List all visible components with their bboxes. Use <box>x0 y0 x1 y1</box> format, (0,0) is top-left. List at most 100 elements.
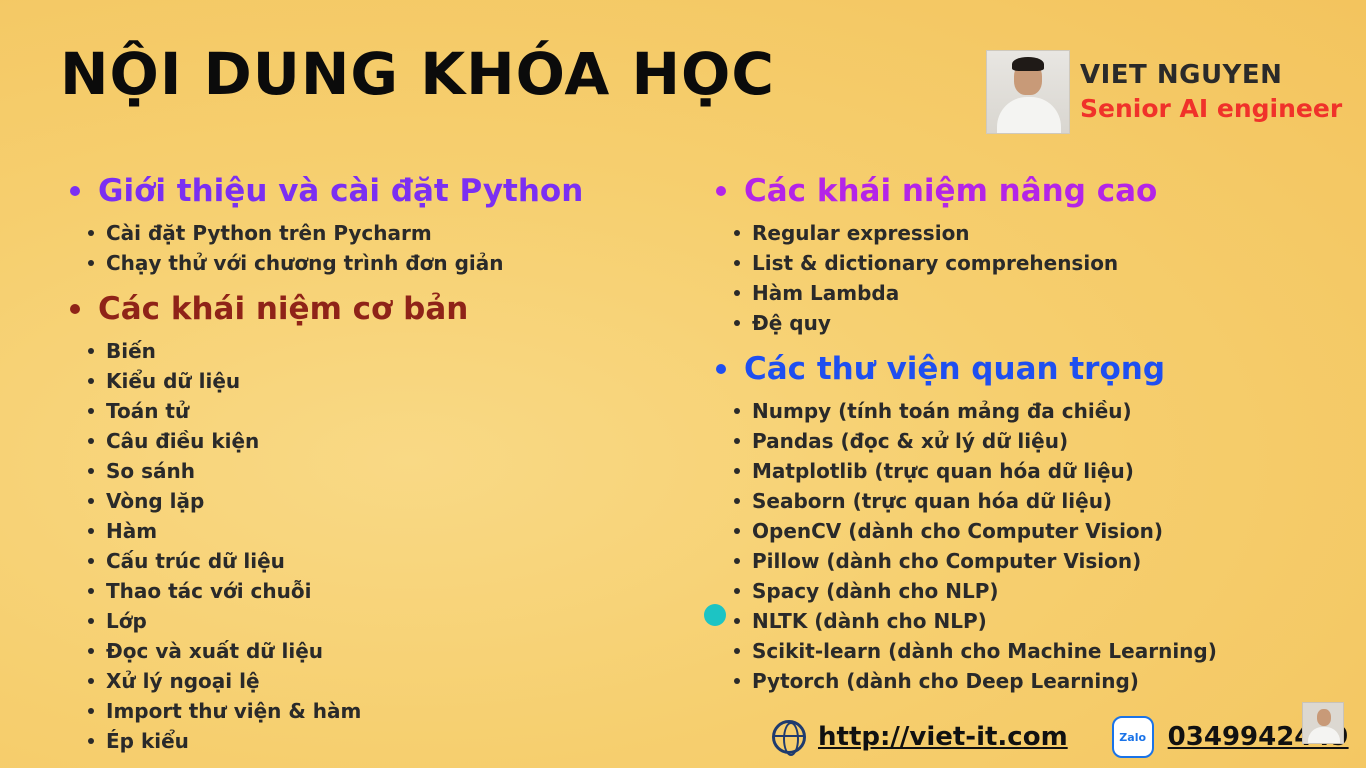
list-item: Hàm <box>88 516 686 546</box>
section-advanced-list: Regular expression List & dictionary comp… <box>734 218 1332 338</box>
section-libraries-heading: Các thư viện quan trọng <box>712 348 1332 390</box>
list-item-label: Pillow (dành cho Computer Vision) <box>752 549 1142 573</box>
list-item: Toán tử <box>88 396 686 426</box>
list-item-label: Import thư viện & hàm <box>106 699 362 723</box>
footer: http://viet-it.com Zalo 0349942449 <box>772 716 1349 758</box>
section-libraries-list: Numpy (tính toán mảng đa chiều) Pandas (đ… <box>734 396 1332 696</box>
bullet-icon <box>88 230 94 236</box>
list-item: Cấu trúc dữ liệu <box>88 546 686 576</box>
list-item-label: Câu điều kiện <box>106 429 260 453</box>
bullet-icon <box>88 438 94 444</box>
list-item: Scikit-learn (dành cho Machine Learning) <box>734 636 1332 666</box>
author-text: VIET NGUYEN Senior AI engineer <box>1080 58 1342 126</box>
bullet-icon <box>88 678 94 684</box>
cursor-highlight <box>704 604 726 626</box>
bullet-icon <box>734 438 740 444</box>
page-title: NỘI DUNG KHÓA HỌC <box>60 40 775 108</box>
list-item: Hàm Lambda <box>734 278 1332 308</box>
list-item: Kiểu dữ liệu <box>88 366 686 396</box>
bullet-icon <box>734 588 740 594</box>
list-item-label: Lớp <box>106 609 147 633</box>
list-item-label: Cấu trúc dữ liệu <box>106 549 285 573</box>
list-item-label: Numpy (tính toán mảng đa chiều) <box>752 399 1132 423</box>
bullet-icon <box>734 260 740 266</box>
list-item: Vòng lặp <box>88 486 686 516</box>
bullet-icon <box>734 498 740 504</box>
list-item: Pillow (dành cho Computer Vision) <box>734 546 1332 576</box>
list-item-label: Hàm <box>106 519 158 543</box>
list-item-label: OpenCV (dành cho Computer Vision) <box>752 519 1164 543</box>
list-item: Numpy (tính toán mảng đa chiều) <box>734 396 1332 426</box>
list-item-label: Đệ quy <box>752 311 831 335</box>
section-basic: Các khái niệm cơ bản Biến Kiểu dữ liệu Toá… <box>66 288 686 756</box>
bullet-icon <box>716 364 726 374</box>
author-avatar <box>986 50 1070 134</box>
section-libraries: Các thư viện quan trọng Numpy (tính toán… <box>712 348 1332 696</box>
list-item-label: Scikit-learn (dành cho Machine Learning) <box>752 639 1217 663</box>
bullet-icon <box>734 648 740 654</box>
list-item-label: Chạy thử với chương trình đơn giản <box>106 251 504 275</box>
list-item-label: List & dictionary comprehension <box>752 251 1119 275</box>
list-item-label: Hàm Lambda <box>752 281 900 305</box>
list-item-label: Pytorch (dành cho Deep Learning) <box>752 669 1139 693</box>
list-item: Seaborn (trực quan hóa dữ liệu) <box>734 486 1332 516</box>
list-item-label: Ép kiểu <box>106 729 189 753</box>
bullet-icon <box>88 498 94 504</box>
section-libraries-title: Các thư viện quan trọng <box>744 351 1166 387</box>
author-card: VIET NGUYEN Senior AI engineer <box>986 50 1342 134</box>
list-item-label: Xử lý ngoại lệ <box>106 669 260 693</box>
bullet-icon <box>734 320 740 326</box>
bullet-icon <box>88 588 94 594</box>
bullet-icon <box>88 260 94 266</box>
section-intro-title: Giới thiệu và cài đặt Python <box>98 173 584 209</box>
list-item-label: Cài đặt Python trên Pycharm <box>106 221 432 245</box>
list-item: Câu điều kiện <box>88 426 686 456</box>
website-link[interactable]: http://viet-it.com <box>818 722 1068 752</box>
section-advanced-heading: Các khái niệm nâng cao <box>712 170 1332 212</box>
list-item: Lớp <box>88 606 686 636</box>
bullet-icon <box>734 558 740 564</box>
bullet-icon <box>88 648 94 654</box>
section-intro-list: Cài đặt Python trên Pycharm Chạy thử với … <box>88 218 686 278</box>
bullet-icon <box>70 304 80 314</box>
bullet-icon <box>88 618 94 624</box>
list-item-label: Matplotlib (trực quan hóa dữ liệu) <box>752 459 1134 483</box>
list-item: Thao tác với chuỗi <box>88 576 686 606</box>
list-item: NLTK (dành cho NLP) <box>734 606 1332 636</box>
bullet-icon <box>88 708 94 714</box>
list-item-label: Vòng lặp <box>106 489 205 513</box>
zalo-icon: Zalo <box>1111 716 1154 758</box>
zalo-label: Zalo <box>1119 730 1147 744</box>
bullet-icon <box>88 348 94 354</box>
author-name: VIET NGUYEN <box>1080 60 1283 90</box>
section-basic-title: Các khái niệm cơ bản <box>98 291 469 327</box>
section-basic-list: Biến Kiểu dữ liệu Toán tử Câu điều kiện So s… <box>88 336 686 756</box>
globe-icon <box>772 720 806 756</box>
bullet-icon <box>88 558 94 564</box>
list-item-label: Seaborn (trực quan hóa dữ liệu) <box>752 489 1113 513</box>
list-item-label: Biến <box>106 339 156 363</box>
bullet-icon <box>70 186 80 196</box>
list-item: Cài đặt Python trên Pycharm <box>88 218 686 248</box>
list-item: Pandas (đọc & xử lý dữ liệu) <box>734 426 1332 456</box>
list-item-label: Toán tử <box>106 399 190 423</box>
list-item-label: Đọc và xuất dữ liệu <box>106 639 324 663</box>
bullet-icon <box>716 186 726 196</box>
list-item: Import thư viện & hàm <box>88 696 686 726</box>
list-item: List & dictionary comprehension <box>734 248 1332 278</box>
list-item: Ép kiểu <box>88 726 686 756</box>
section-advanced: Các khái niệm nâng cao Regular expressio… <box>712 170 1332 338</box>
section-advanced-title: Các khái niệm nâng cao <box>744 173 1158 209</box>
list-item: Biến <box>88 336 686 366</box>
list-item-label: Kiểu dữ liệu <box>106 369 241 393</box>
list-item: Đọc và xuất dữ liệu <box>88 636 686 666</box>
bullet-icon <box>88 468 94 474</box>
list-item-label: Regular expression <box>752 221 970 245</box>
author-role: Senior AI engineer <box>1080 94 1343 123</box>
list-item: Xử lý ngoại lệ <box>88 666 686 696</box>
list-item: Spacy (dành cho NLP) <box>734 576 1332 606</box>
presenter-thumbnail <box>1302 702 1344 744</box>
bullet-icon <box>734 468 740 474</box>
section-basic-heading: Các khái niệm cơ bản <box>66 288 686 330</box>
bullet-icon <box>88 378 94 384</box>
